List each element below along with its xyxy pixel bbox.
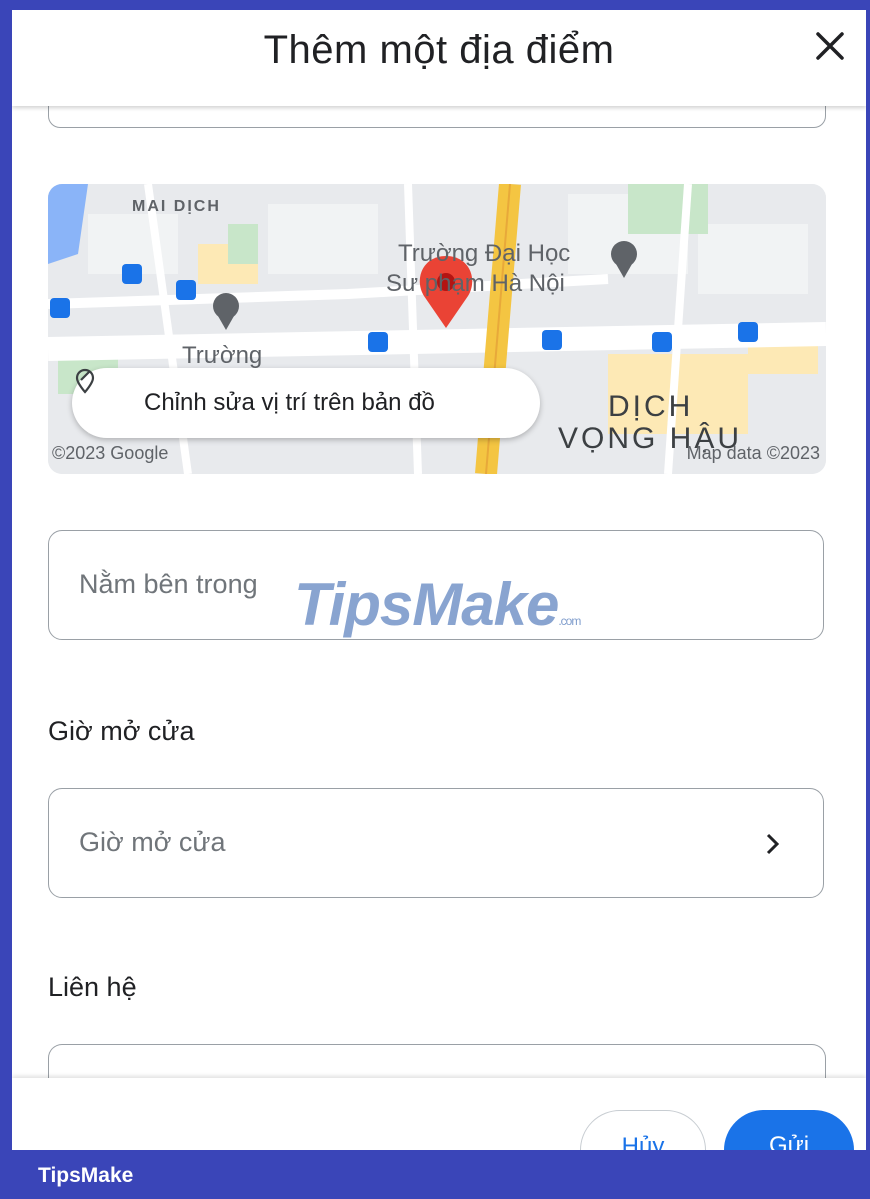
map-label-school: Trường <box>182 342 263 369</box>
chevron-right-icon <box>763 831 783 857</box>
cancel-button[interactable]: Hủy <box>580 1110 706 1150</box>
location-map[interactable]: MAI DỊCH Trường Đại Học Sư phạm Hà Nội T… <box>48 184 826 474</box>
brand-bar-label: TipsMake <box>38 1164 134 1187</box>
add-place-dialog: Thêm một địa điểm MAI DỊCH Trường Đại Họ… <box>12 10 866 1150</box>
tipsmake-watermark: TipsMake.com <box>294 570 581 639</box>
edit-map-location-button[interactable]: Chỉnh sửa vị trí trên bản đồ <box>72 368 540 438</box>
dialog-footer: Hủy Gửi <box>12 1078 866 1150</box>
edit-pin-icon <box>75 368 126 416</box>
submit-button[interactable]: Gửi <box>724 1110 854 1150</box>
hours-section-title: Giờ mở cửa <box>48 716 195 746</box>
contact-section-title: Liên hệ <box>48 972 137 1002</box>
map-label-university-line2: Sư phạm Hà Nội <box>386 270 565 297</box>
map-copyright-data: Map data ©2023 <box>686 443 820 463</box>
map-label-district: DỊCH <box>608 390 694 423</box>
tipsmake-watermark-suffix: .com <box>558 614 581 628</box>
dialog-header: Thêm một địa điểm <box>12 10 866 106</box>
edit-map-location-label: Chỉnh sửa vị trí trên bản đồ <box>144 389 435 416</box>
close-icon[interactable] <box>808 24 852 68</box>
brand-bar: TipsMake <box>0 1150 870 1199</box>
opening-hours-label: Giờ mở cửa <box>79 827 226 857</box>
located-within-placeholder: Nằm bên trong <box>79 569 258 599</box>
tipsmake-watermark-text: TipsMake <box>294 571 559 638</box>
map-label-university: Trường Đại Học <box>398 240 571 267</box>
opening-hours-field[interactable]: Giờ mở cửa <box>48 788 824 898</box>
map-copyright-google: ©2023 Google <box>52 443 169 463</box>
dialog-title: Thêm một địa điểm <box>263 28 615 72</box>
map-label-mai-dich: MAI DỊCH <box>132 198 221 215</box>
